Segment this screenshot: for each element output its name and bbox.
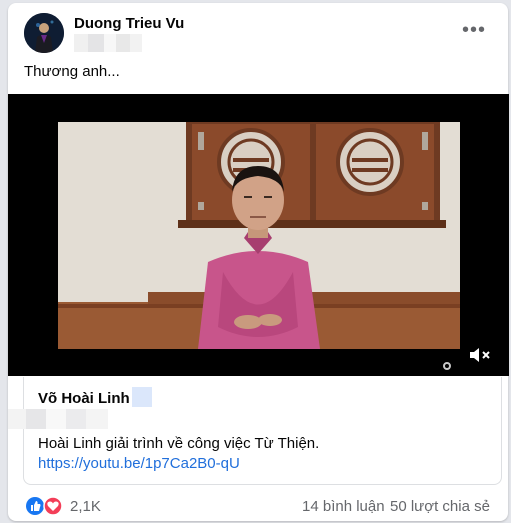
post-caption: Thương anh... <box>24 63 120 80</box>
settings-gear-icon[interactable] <box>442 358 452 370</box>
volume-muted-icon[interactable] <box>468 346 494 364</box>
more-options-icon[interactable]: ••• <box>462 20 486 40</box>
author-avatar[interactable] <box>24 13 64 53</box>
reaction-icons[interactable] <box>26 496 66 516</box>
link-preview-url[interactable]: https://youtu.be/1p7Ca2B0-qU <box>38 455 240 472</box>
reaction-count[interactable]: 2,1K <box>70 498 101 515</box>
link-preview-description: Hoài Linh giải trình về công việc Từ Thi… <box>38 435 320 452</box>
video-player[interactable] <box>8 94 509 376</box>
share-count-link[interactable]: 50 lượt chia sẻ <box>390 498 490 515</box>
like-icon <box>26 497 44 515</box>
video-frame <box>58 122 460 349</box>
comment-count-link[interactable]: 14 bình luận <box>302 498 385 515</box>
post-meta-obscured <box>74 34 142 52</box>
link-meta-obscured <box>8 409 108 429</box>
love-icon <box>43 496 63 516</box>
link-preview-title[interactable]: Võ Hoài Linh <box>38 390 130 407</box>
author-name[interactable]: Duong Trieu Vu <box>74 15 184 32</box>
title-obscured-region <box>132 387 152 407</box>
